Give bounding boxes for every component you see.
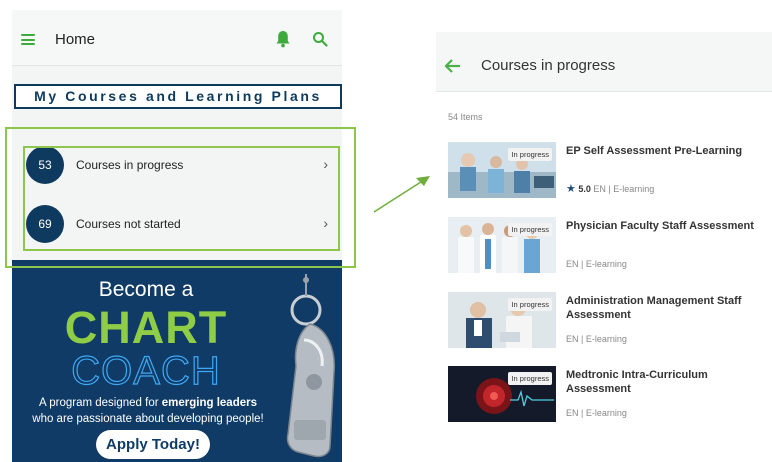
promo-desc-line2: who are passionate about developing peop… — [32, 413, 264, 425]
course-meta: EN | E-learning — [566, 259, 627, 269]
course-item[interactable]: In progress EP Self Assessment Pre-Learn… — [448, 142, 770, 204]
section-banner: My Courses and Learning Plans — [14, 84, 342, 109]
star-icon: ★ — [566, 183, 576, 195]
apply-today-button[interactable]: Apply Today! — [96, 430, 210, 459]
course-thumbnail: In progress — [448, 292, 556, 348]
course-title: EP Self Assessment Pre-Learning — [566, 145, 743, 157]
course-meta: EN | E-learning — [566, 334, 627, 344]
promo-line-2: CHART — [64, 302, 228, 353]
course-meta: ★ 5.0 EN | E-learning — [566, 182, 654, 195]
course-title: Administration Management Staff Assessme… — [566, 295, 742, 321]
course-item[interactable]: In progress Administration Management St… — [448, 292, 770, 354]
back-arrow-icon[interactable] — [444, 58, 462, 74]
screen-header: Courses in progress — [436, 32, 772, 92]
courses-in-progress-screen: Courses in progress 54 Items In progress… — [436, 32, 772, 428]
course-rating: 5.0 — [578, 184, 591, 194]
arrow-icon — [373, 176, 430, 213]
promo-banner[interactable]: Become a CHART COACH A program designed … — [12, 260, 342, 462]
promo-description: A program designed for emerging leaders … — [16, 395, 280, 427]
status-badge: In progress — [508, 372, 552, 385]
course-thumbnail: In progress — [448, 142, 556, 198]
status-badge: In progress — [508, 148, 552, 161]
course-item[interactable]: In progress Physician Faculty Staff Asse… — [448, 217, 770, 279]
course-thumbnail: In progress — [448, 217, 556, 273]
screen-title: Courses in progress — [481, 57, 616, 74]
promo-desc-prefix: A program designed for — [39, 397, 162, 409]
promo-desc-bold: emerging leaders — [161, 397, 257, 409]
search-icon[interactable] — [312, 31, 328, 47]
course-item[interactable]: In progress Medtronic Intra-Curriculum A… — [448, 366, 770, 428]
course-meta: EN | E-learning — [566, 408, 627, 418]
top-app-bar: Home — [12, 10, 342, 66]
course-thumbnail: In progress — [448, 366, 556, 422]
promo-line-1: Become a — [98, 278, 194, 301]
items-count: 54 Items — [448, 112, 483, 122]
course-title: Medtronic Intra-Curriculum Assessment — [566, 369, 708, 395]
bell-icon[interactable] — [275, 30, 291, 48]
page-title: Home — [55, 31, 96, 48]
status-badge: In progress — [508, 223, 552, 236]
menu-icon[interactable] — [21, 34, 35, 45]
status-badge: In progress — [508, 298, 552, 311]
promo-line-3: COACH — [71, 348, 221, 393]
course-meta-text: EN | E-learning — [593, 184, 655, 194]
highlight-box-inner — [23, 146, 340, 251]
course-title: Physician Faculty Staff Assessment — [566, 220, 754, 232]
whistle-icon — [286, 274, 335, 458]
